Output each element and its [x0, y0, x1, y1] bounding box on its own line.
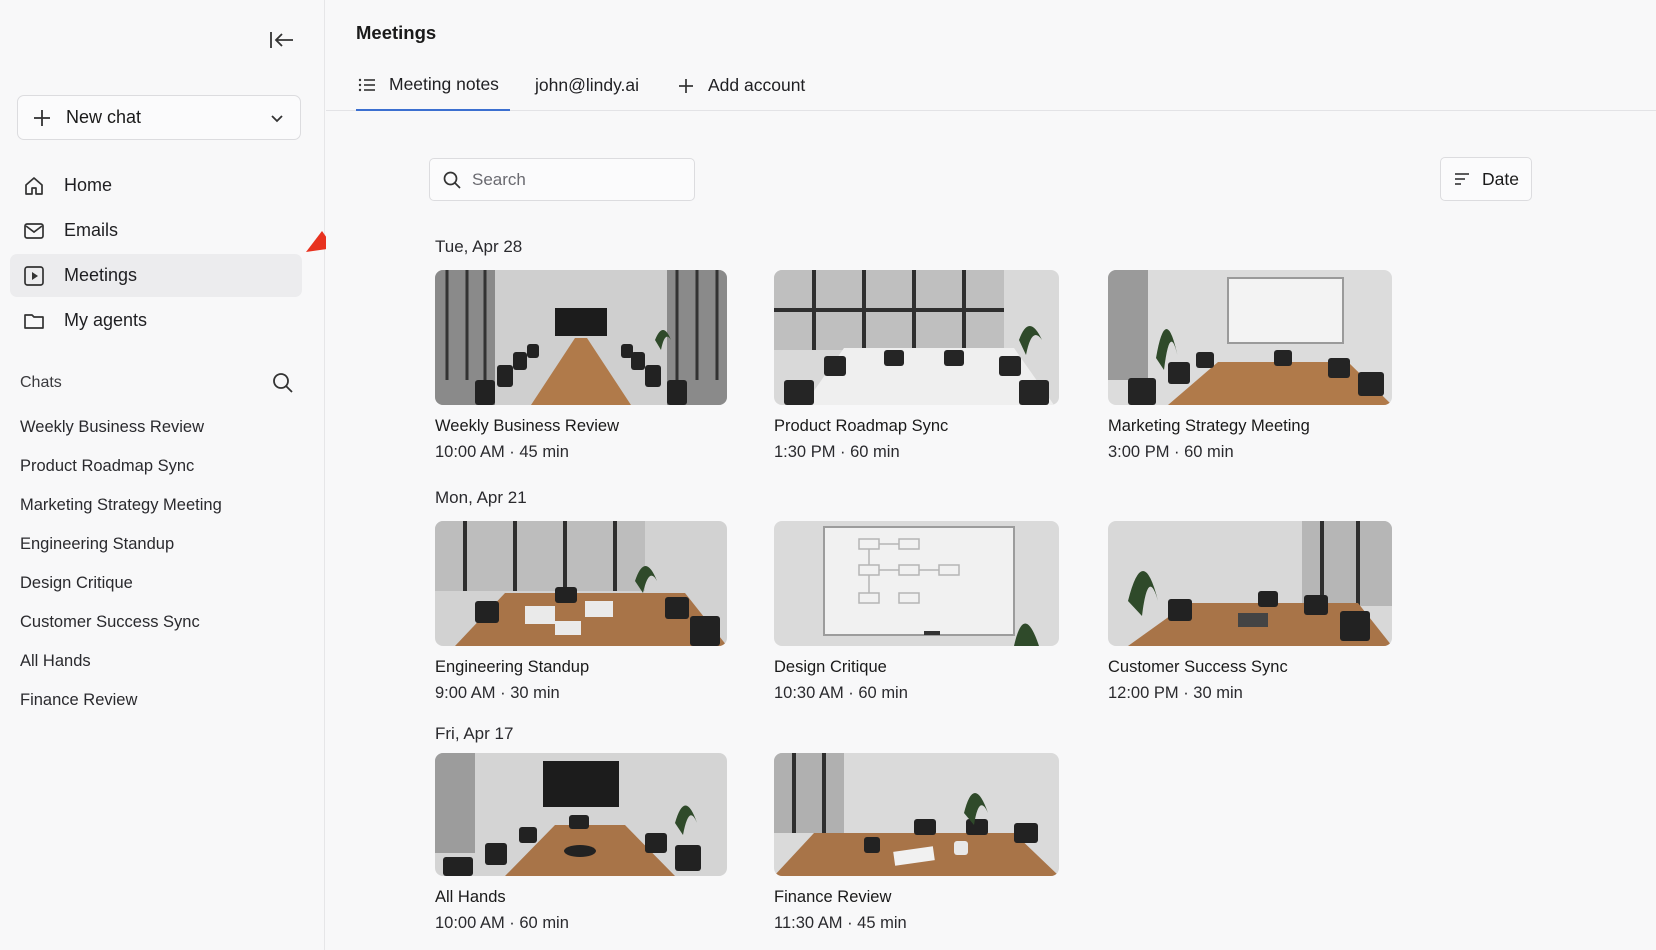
collapse-left-icon — [270, 32, 293, 48]
new-chat-label: New chat — [66, 107, 142, 127]
meeting-time: 11:30 AM · 45 min — [774, 914, 907, 932]
tab-label: Add account — [708, 75, 806, 95]
meeting-thumbnail — [1108, 270, 1392, 405]
date-group-label: Fri, Apr 17 — [435, 724, 514, 743]
date-group-label: Mon, Apr 21 — [435, 488, 527, 507]
meeting-time: 12:00 PM · 30 min — [1108, 684, 1243, 702]
search-box — [429, 158, 695, 201]
chat-list-item[interactable]: Product Roadmap Sync — [20, 447, 310, 486]
meeting-title: Design Critique — [774, 658, 887, 676]
sort-label: Date — [1482, 168, 1519, 189]
meeting-time: 10:00 AM · 60 min — [435, 914, 569, 932]
meeting-card[interactable]: Product Roadmap Sync 1:30 PM · 60 min — [774, 270, 1059, 462]
main-content: Meetings Meeting notes john@lindy.ai Add… — [326, 0, 1656, 950]
play-square-icon — [24, 265, 44, 286]
new-chat-button[interactable]: New chat — [17, 95, 301, 140]
meeting-card[interactable]: Finance Review 11:30 AM · 45 min — [774, 753, 1059, 933]
chat-list-item[interactable]: Weekly Business Review — [20, 408, 310, 447]
meeting-time: 3:00 PM · 60 min — [1108, 443, 1234, 461]
sidebar-item-label: Home — [64, 175, 113, 195]
tab-account-john[interactable]: john@lindy.ai — [535, 60, 639, 111]
mail-icon — [24, 222, 44, 239]
meeting-time: 9:00 AM · 30 min — [435, 684, 560, 702]
sidebar-nav: Home Emails Meetings My agents — [10, 164, 302, 344]
chat-list-item[interactable]: Engineering Standup — [20, 525, 310, 564]
meeting-card[interactable]: Marketing Strategy Meeting 3:00 PM · 60 … — [1108, 270, 1392, 462]
search-icon — [443, 171, 461, 189]
tab-label: Meeting notes — [389, 74, 499, 94]
meeting-card[interactable]: Weekly Business Review 10:00 AM · 45 min — [435, 270, 727, 462]
sidebar-item-emails[interactable]: Emails — [10, 209, 302, 252]
plus-icon — [679, 78, 693, 93]
tab-bar: Meeting notes john@lindy.ai Add account — [326, 60, 1656, 111]
meeting-thumbnail — [774, 521, 1059, 646]
sidebar-item-label: My agents — [64, 310, 148, 330]
meeting-card[interactable]: Design Critique 10:30 AM · 60 min — [774, 521, 1059, 703]
tab-add-account[interactable]: Add account — [676, 60, 805, 111]
date-group-label: Tue, Apr 28 — [435, 237, 523, 256]
meeting-time: 1:30 PM · 60 min — [774, 443, 900, 461]
meeting-thumbnail — [435, 753, 727, 876]
meeting-card[interactable]: All Hands 10:00 AM · 60 min — [435, 753, 727, 933]
chats-label: Chats — [20, 374, 62, 391]
chats-header: Chats — [20, 370, 295, 396]
list-icon — [358, 78, 375, 91]
chat-list: Weekly Business Review Product Roadmap S… — [20, 408, 310, 720]
chevron-down-icon[interactable] — [268, 109, 286, 127]
chat-list-item[interactable]: All Hands — [20, 642, 310, 681]
meeting-card[interactable]: Customer Success Sync 12:00 PM · 30 min — [1108, 521, 1392, 703]
meeting-title: Finance Review — [774, 888, 892, 906]
tab-label: john@lindy.ai — [535, 75, 640, 95]
meeting-title: Marketing Strategy Meeting — [1108, 417, 1310, 435]
sidebar-item-label: Meetings — [64, 265, 138, 285]
meeting-thumbnail — [1108, 521, 1392, 646]
chat-list-item[interactable]: Design Critique — [20, 564, 310, 603]
search-input[interactable] — [472, 169, 672, 190]
collapse-sidebar-button[interactable] — [266, 26, 298, 54]
search-icon[interactable] — [271, 371, 295, 395]
sidebar-item-my-agents[interactable]: My agents — [10, 299, 302, 342]
meeting-title: Customer Success Sync — [1108, 658, 1288, 676]
meeting-title: Weekly Business Review — [435, 417, 620, 435]
meeting-thumbnail — [774, 270, 1059, 405]
home-icon — [25, 176, 43, 195]
chat-list-item[interactable]: Customer Success Sync — [20, 603, 310, 642]
meeting-thumbnail — [435, 270, 727, 405]
sidebar-item-meetings[interactable]: Meetings — [10, 254, 302, 297]
page-title: Meetings — [356, 22, 437, 43]
meeting-time: 10:00 AM · 45 min — [435, 443, 569, 461]
folder-icon — [24, 313, 44, 329]
sort-date-button[interactable]: Date — [1440, 157, 1532, 201]
meeting-thumbnail — [435, 521, 727, 646]
sidebar: New chat Home Emails Meetings My agents … — [0, 0, 325, 950]
plus-icon — [34, 109, 50, 126]
sidebar-item-label: Emails — [64, 220, 119, 240]
tab-meeting-notes[interactable]: Meeting notes — [356, 60, 510, 111]
sort-lines-icon — [1455, 173, 1469, 185]
chat-list-item[interactable]: Marketing Strategy Meeting — [20, 486, 310, 525]
meeting-title: Product Roadmap Sync — [774, 417, 949, 435]
meeting-time: 10:30 AM · 60 min — [774, 684, 908, 702]
sidebar-item-home[interactable]: Home — [10, 164, 302, 207]
meeting-thumbnail — [774, 753, 1059, 876]
meeting-title: Engineering Standup — [435, 658, 590, 676]
meeting-card[interactable]: Engineering Standup 9:00 AM · 30 min — [435, 521, 727, 703]
chat-list-item[interactable]: Finance Review — [20, 681, 310, 720]
meeting-title: All Hands — [435, 888, 506, 906]
